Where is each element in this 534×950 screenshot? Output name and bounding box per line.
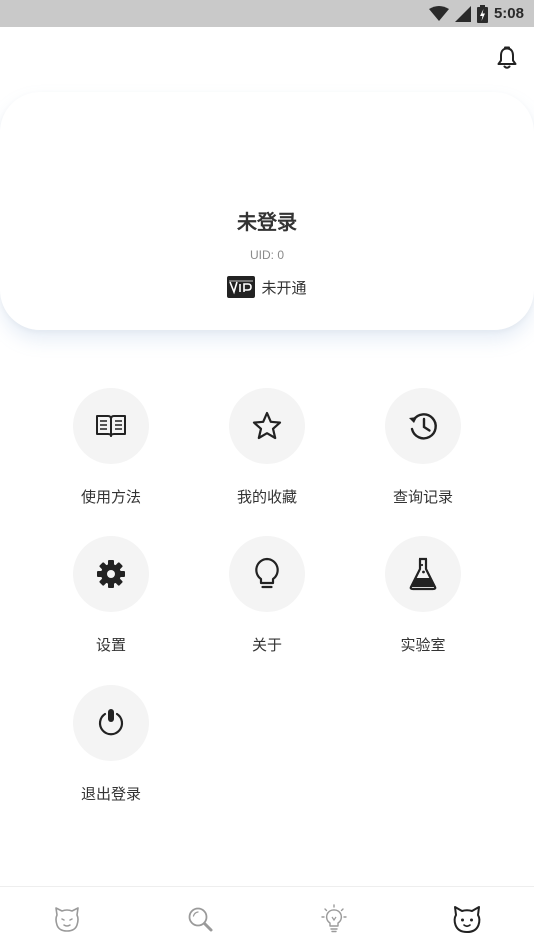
menu-icon-circle <box>229 536 305 612</box>
user-uid: UID: 0 <box>249 248 284 262</box>
notification-button[interactable] <box>496 46 518 70</box>
nav-tab-ideas[interactable] <box>304 894 364 944</box>
bell-icon <box>497 46 517 69</box>
vip-status-row: 未开通 <box>0 276 534 298</box>
nav-tab-home[interactable] <box>37 894 97 944</box>
vip-status-text: 未开通 <box>261 278 307 297</box>
menu-icon-circle <box>385 388 461 464</box>
menu-label: 使用方法 <box>80 488 141 506</box>
menu-icon-circle <box>73 685 149 761</box>
wifi-icon <box>428 5 449 21</box>
menu-item-settings[interactable]: 设置 <box>51 536 171 655</box>
status-bar: 5:08 <box>0 0 534 27</box>
status-icons: 5:08 <box>428 0 524 27</box>
menu-label: 实验室 <box>400 636 446 654</box>
star-icon <box>252 411 282 440</box>
menu-item-lab[interactable]: 实验室 <box>363 536 483 655</box>
user-name: 未登录 <box>237 210 297 234</box>
idea-icon <box>321 903 347 932</box>
book-icon <box>96 415 126 437</box>
menu-label: 查询记录 <box>392 488 453 506</box>
menu-item-usage[interactable]: 使用方法 <box>51 388 171 507</box>
gear-icon <box>97 560 125 588</box>
menu-icon-circle <box>73 388 149 464</box>
nav-tab-profile[interactable] <box>437 894 497 944</box>
menu-item-history[interactable]: 查询记录 <box>363 388 483 507</box>
menu-label: 设置 <box>95 636 126 654</box>
battery-icon <box>476 4 488 23</box>
vip-badge-icon <box>227 276 256 298</box>
menu-icon-circle <box>229 388 305 464</box>
power-icon <box>98 709 124 736</box>
menu-item-favorites[interactable]: 我的收藏 <box>207 388 327 507</box>
history-icon <box>409 413 437 440</box>
search-icon <box>188 907 213 931</box>
menu-label: 关于 <box>251 636 282 654</box>
menu-icon-circle <box>385 536 461 612</box>
menu-icon-circle <box>73 536 149 612</box>
bottom-nav <box>0 886 534 950</box>
flask-icon <box>409 557 437 591</box>
menu-item-about[interactable]: 关于 <box>207 536 327 655</box>
cat-face-icon <box>54 906 79 932</box>
menu-item-logout[interactable]: 退出登录 <box>51 685 171 804</box>
menu-label: 我的收藏 <box>236 488 297 506</box>
menu-label: 退出登录 <box>80 785 141 803</box>
signal-icon <box>454 5 471 22</box>
nav-tab-search[interactable] <box>170 894 230 944</box>
lightbulb-icon <box>255 557 279 589</box>
status-time: 5:08 <box>493 5 524 22</box>
profile-card[interactable]: 未登录 UID: 0 未开通 <box>0 92 534 330</box>
profile-cat-icon <box>453 905 481 933</box>
